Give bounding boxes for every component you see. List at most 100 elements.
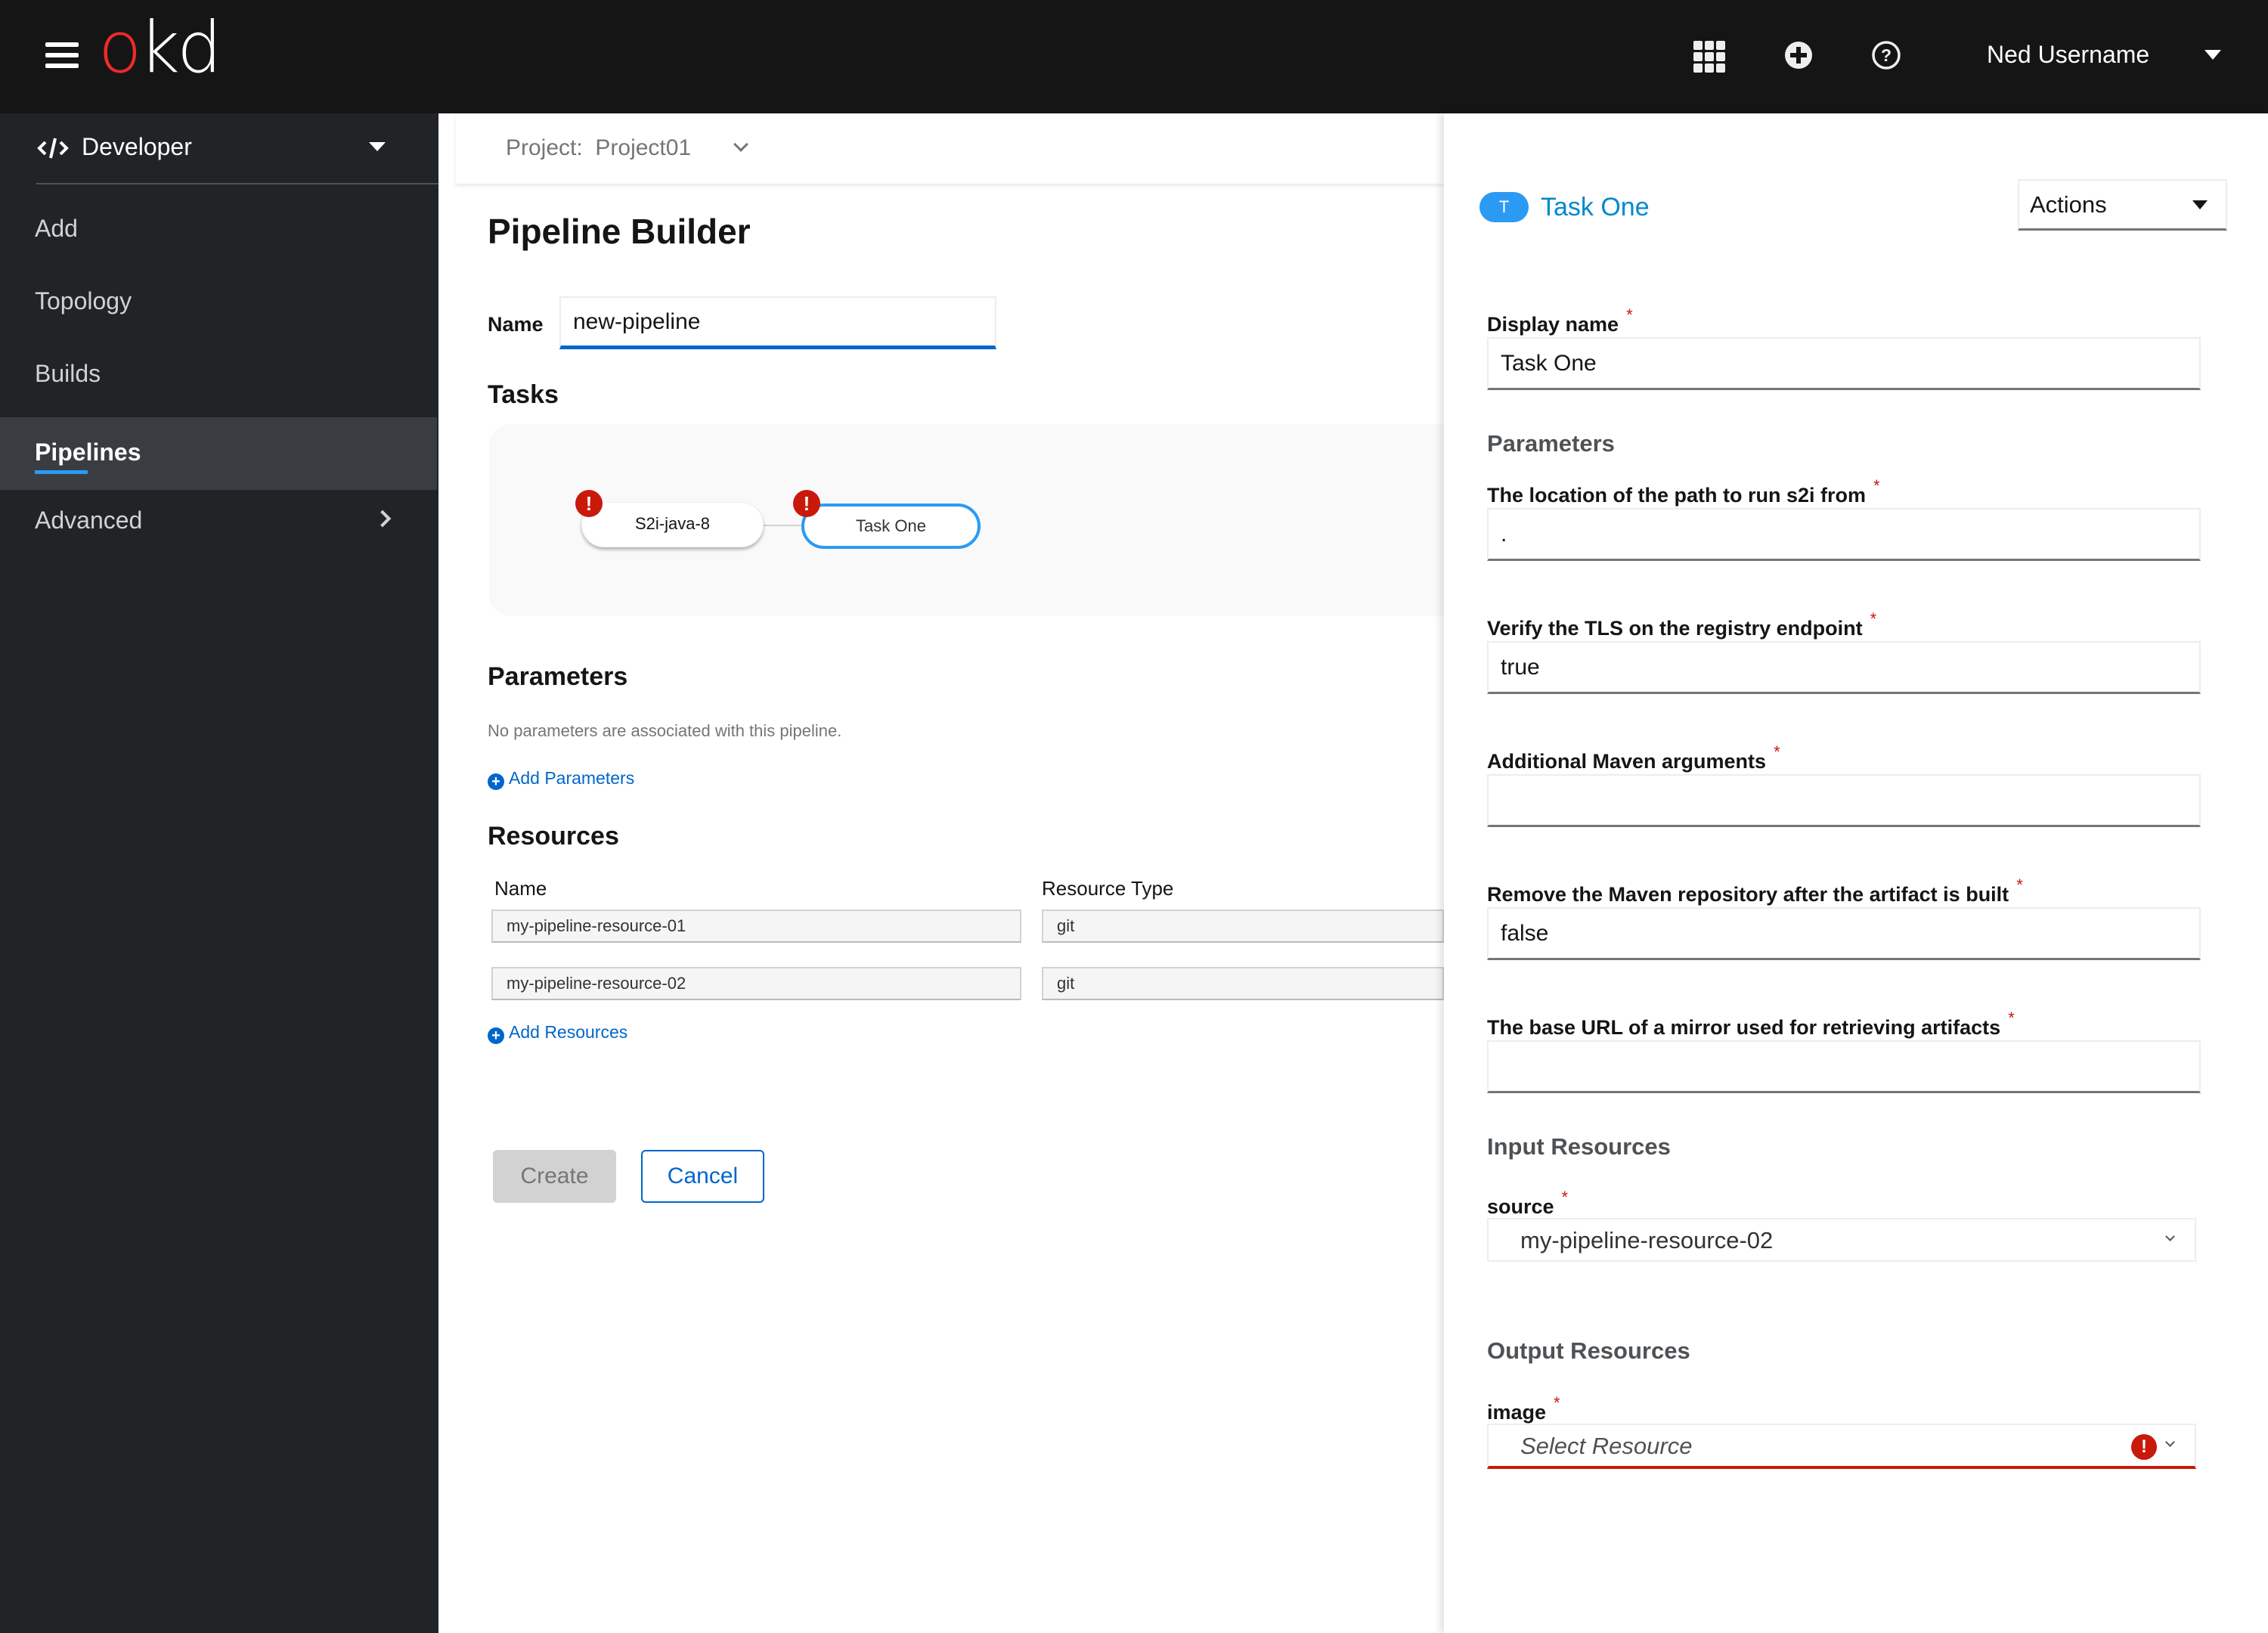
page-title: Pipeline Builder (488, 212, 751, 251)
field-label-text: image (1487, 1401, 1547, 1424)
display-name-input[interactable] (1487, 337, 2201, 390)
task-type-badge: T (1479, 192, 1529, 222)
caret-down-icon (369, 142, 386, 151)
field-label-text: source (1487, 1195, 1554, 1218)
parameters-heading: Parameters (488, 662, 628, 691)
input-resources-heading: Input Resources (1487, 1133, 1671, 1160)
param-maven-args-input[interactable] (1487, 774, 2201, 827)
field-label-text: The base URL of a mirror used for retrie… (1487, 1016, 2001, 1039)
okd-logo[interactable]: okd (98, 11, 222, 86)
create-button[interactable]: Create (493, 1150, 616, 1203)
chevron-down-icon (2165, 1232, 2175, 1241)
required-indicator: * (2016, 875, 2023, 894)
add-icon[interactable] (1781, 38, 1816, 73)
required-indicator: * (1870, 609, 1877, 628)
sidebar-item-advanced[interactable]: Advanced (0, 485, 437, 558)
sidebar-item-topology[interactable]: Topology (0, 266, 437, 339)
sidebar-item-add[interactable]: Add (0, 194, 437, 266)
required-indicator: * (1873, 476, 1880, 495)
sidebar-item-pipelines[interactable]: Pipelines (0, 417, 437, 490)
display-name-label: Display name * (1487, 302, 1633, 337)
field-label-text: Additional Maven arguments (1487, 750, 1767, 773)
error-icon: ! (2131, 1434, 2157, 1460)
sidebar-item-label: Builds (35, 360, 101, 387)
tasks-heading: Tasks (488, 380, 559, 409)
param-label: Verify the TLS on the registry endpoint * (1487, 606, 1876, 641)
task-node-s2i-java-8[interactable]: S2i-java-8 (581, 502, 764, 547)
add-parameters-link[interactable]: + Add Parameters (488, 767, 634, 790)
project-value: Project01 (595, 135, 692, 160)
logo-suffix: kd (138, 7, 222, 89)
actions-dropdown[interactable]: Actions (2018, 179, 2227, 231)
source-label: source * (1487, 1185, 1568, 1219)
param-tls-verify-input[interactable] (1487, 641, 2201, 694)
caret-down-icon[interactable] (2204, 50, 2221, 60)
project-label: Project: (506, 135, 583, 160)
chevron-down-icon (2165, 1437, 2175, 1447)
resource-name-input[interactable] (491, 909, 1021, 943)
param-label: Remove the Maven repository after the ar… (1487, 872, 2023, 907)
perspective-switcher[interactable]: Developer (36, 129, 402, 171)
resources-heading: Resources (488, 822, 619, 851)
sidebar-item-label: Advanced (35, 507, 143, 534)
sidebar-item-builds[interactable]: Builds (0, 339, 437, 411)
column-header-resource-type: Resource Type (1042, 877, 1174, 900)
field-label-text: Verify the TLS on the registry endpoint (1487, 617, 1863, 640)
resource-name-input[interactable] (491, 967, 1021, 1000)
resource-type-input[interactable] (1042, 967, 1444, 1000)
project-selector[interactable]: Project: Project01 (506, 132, 691, 165)
param-maven-mirror-url-input[interactable] (1487, 1040, 2201, 1093)
error-icon: ! (793, 490, 820, 517)
user-menu-toggle[interactable]: Ned Username (1987, 39, 2149, 70)
column-header-name: Name (494, 877, 547, 900)
required-indicator: * (1554, 1393, 1560, 1412)
project-bar: Project: Project01 (456, 113, 1444, 184)
chevron-right-icon (373, 510, 392, 528)
menu-icon[interactable] (45, 41, 79, 70)
task-connector (764, 525, 801, 526)
add-circle-icon: + (488, 773, 504, 790)
sidebar-divider (36, 183, 438, 184)
chevron-down-icon[interactable] (733, 137, 748, 152)
add-resources-label: Add Resources (509, 1022, 628, 1042)
caret-down-icon (2192, 200, 2208, 209)
logo-prefix: o (98, 7, 141, 89)
image-resource-select[interactable]: Select Resource ! (1487, 1424, 2196, 1469)
active-indicator (35, 470, 88, 474)
source-resource-select[interactable]: my-pipeline-resource-02 (1487, 1218, 2196, 1262)
field-label-text: Remove the Maven repository after the ar… (1487, 883, 2009, 906)
param-label: Additional Maven arguments * (1487, 739, 1780, 774)
parameters-empty-text: No parameters are associated with this p… (488, 721, 842, 740)
masthead: okd ? Ned Username (0, 0, 2268, 113)
help-icon[interactable]: ? (1869, 38, 1904, 73)
perspective-label: Developer (82, 133, 192, 160)
sidebar-item-label: Topology (35, 287, 132, 315)
param-s2i-path-input[interactable] (1487, 508, 2201, 561)
resource-type-input[interactable] (1042, 909, 1444, 943)
actions-label: Actions (2030, 191, 2107, 218)
panel-title: Task One (1541, 193, 1650, 222)
code-icon (36, 136, 70, 160)
param-label: The location of the path to run s2i from… (1487, 473, 1880, 508)
cancel-button[interactable]: Cancel (641, 1150, 764, 1203)
required-indicator: * (1561, 1188, 1569, 1207)
param-label: The base URL of a mirror used for retrie… (1487, 1006, 2015, 1040)
pipeline-name-input[interactable] (559, 296, 996, 349)
task-node-task-one[interactable]: Task One (801, 504, 981, 549)
required-indicator: * (1774, 742, 1780, 761)
field-label-text: The location of the path to run s2i from (1487, 484, 1867, 507)
output-resources-heading: Output Resources (1487, 1337, 1690, 1364)
svg-text:?: ? (1881, 45, 1892, 65)
error-icon: ! (575, 490, 603, 517)
param-maven-clear-repo-input[interactable] (1487, 907, 2201, 960)
field-label-text: Display name (1487, 313, 1619, 336)
add-resources-link[interactable]: + Add Resources (488, 1021, 627, 1044)
add-parameters-label: Add Parameters (509, 768, 635, 788)
select-value: my-pipeline-resource-02 (1520, 1227, 1774, 1253)
panel-parameters-heading: Parameters (1487, 430, 1615, 457)
sidebar-item-label: Add (35, 215, 78, 242)
image-label: image * (1487, 1390, 1560, 1425)
name-label: Name (488, 313, 544, 336)
required-indicator: * (1626, 305, 1633, 324)
app-launcher-icon[interactable] (1693, 41, 1725, 73)
